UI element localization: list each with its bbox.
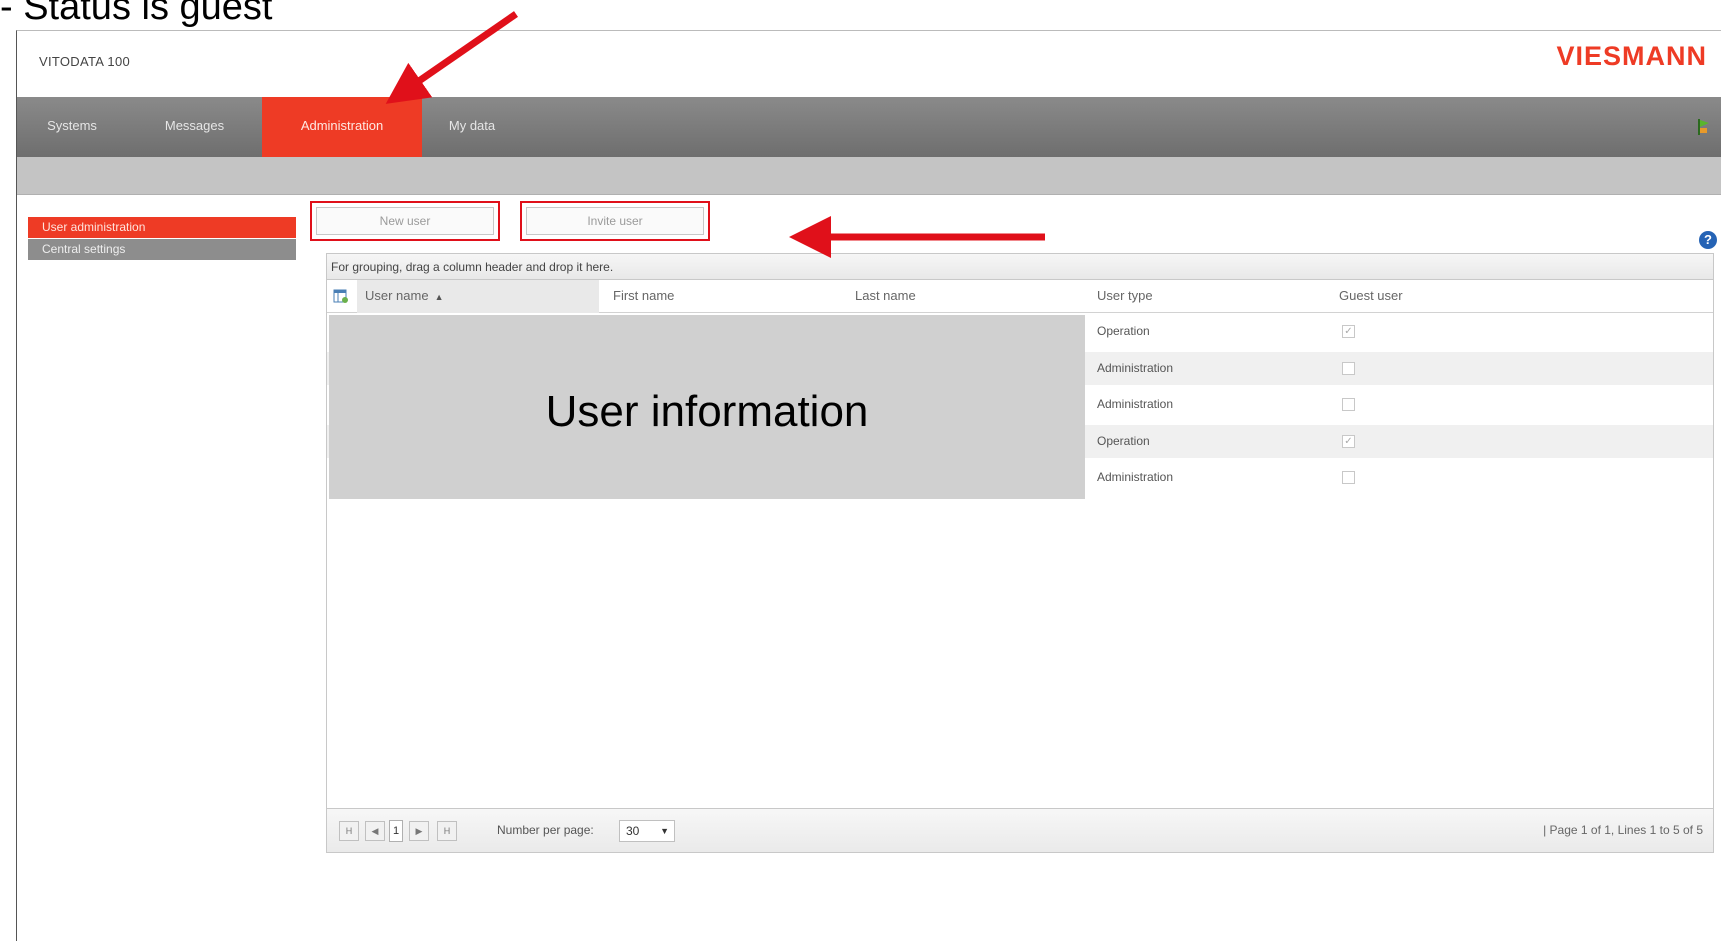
user-grid: For grouping, drag a column header and d… [326,253,1714,853]
guest-user-checkbox [1342,471,1355,484]
pager-info: | Page 1 of 1, Lines 1 to 5 of 5 [1543,823,1703,837]
user-information-label: User information [545,387,869,436]
sub-toolbar [17,157,1721,195]
nav-messages[interactable]: Messages [127,97,262,157]
column-header-user-name[interactable]: User name ▲ [357,280,599,313]
flag-icon[interactable] [1697,119,1709,135]
app-header: VITODATA 100 VIESMANN [17,31,1721,97]
user-information-redaction: User information [329,315,1085,499]
next-page-button[interactable]: ▶ [409,821,429,841]
guest-user-checkbox: ✓ [1342,325,1355,338]
new-user-highlight: New user [310,201,500,241]
column-header-first-name[interactable]: First name [605,280,845,313]
grid-header: User name ▲ First name Last name User typ… [327,280,1713,313]
nav-my-data[interactable]: My data [422,97,522,157]
last-page-button[interactable]: H [437,821,457,841]
guest-user-checkbox [1342,398,1355,411]
column-header-label: User name [365,288,429,303]
per-page-select[interactable]: 30 ▼ [619,820,675,842]
column-chooser-icon[interactable] [333,288,349,304]
app-window: VITODATA 100 VIESMANN Systems Messages A… [16,30,1721,941]
user-type-cell: Administration [1097,360,1174,375]
first-page-button[interactable]: H [339,821,359,841]
sidebar-item-central-settings[interactable]: Central settings [28,239,296,260]
sort-ascending-icon: ▲ [434,292,444,302]
invite-user-button[interactable]: Invite user [526,207,704,235]
prev-page-button[interactable]: ◀ [365,821,385,841]
chevron-down-icon: ▼ [660,826,669,836]
column-header-guest-user[interactable]: Guest user [1331,280,1571,313]
user-type-cell: Operation [1097,433,1150,448]
annotation-caption: - Status is guest [0,0,273,28]
column-header-last-name[interactable]: Last name [847,280,1087,313]
user-type-cell: Operation [1097,324,1150,338]
per-page-label: Number per page: [497,823,594,837]
main-nav: Systems Messages Administration My data [17,97,1721,157]
nav-administration[interactable]: Administration [262,97,422,157]
nav-systems[interactable]: Systems [17,97,127,157]
user-type-cell: Administration [1097,397,1174,411]
user-type-cell: Administration [1097,470,1174,484]
new-user-button[interactable]: New user [316,207,494,235]
invite-user-highlight: Invite user [520,201,710,241]
column-header-user-type[interactable]: User type [1089,280,1329,313]
viessmann-logo: VIESMANN [1556,41,1707,71]
sidebar: User administration Central settings [28,217,296,261]
guest-user-checkbox: ✓ [1342,434,1355,448]
per-page-value: 30 [626,824,640,838]
current-page[interactable]: 1 [389,820,403,842]
grid-pager: H ◀ 1 ▶ H Number per page: 30 ▼ | Page 1 … [327,808,1713,852]
guest-user-checkbox [1342,361,1355,375]
app-title: VITODATA 100 [39,54,131,69]
sidebar-item-user-administration[interactable]: User administration [28,217,296,238]
group-drop-panel[interactable]: For grouping, drag a column header and d… [327,254,1713,280]
help-icon[interactable]: ? [1699,231,1717,249]
